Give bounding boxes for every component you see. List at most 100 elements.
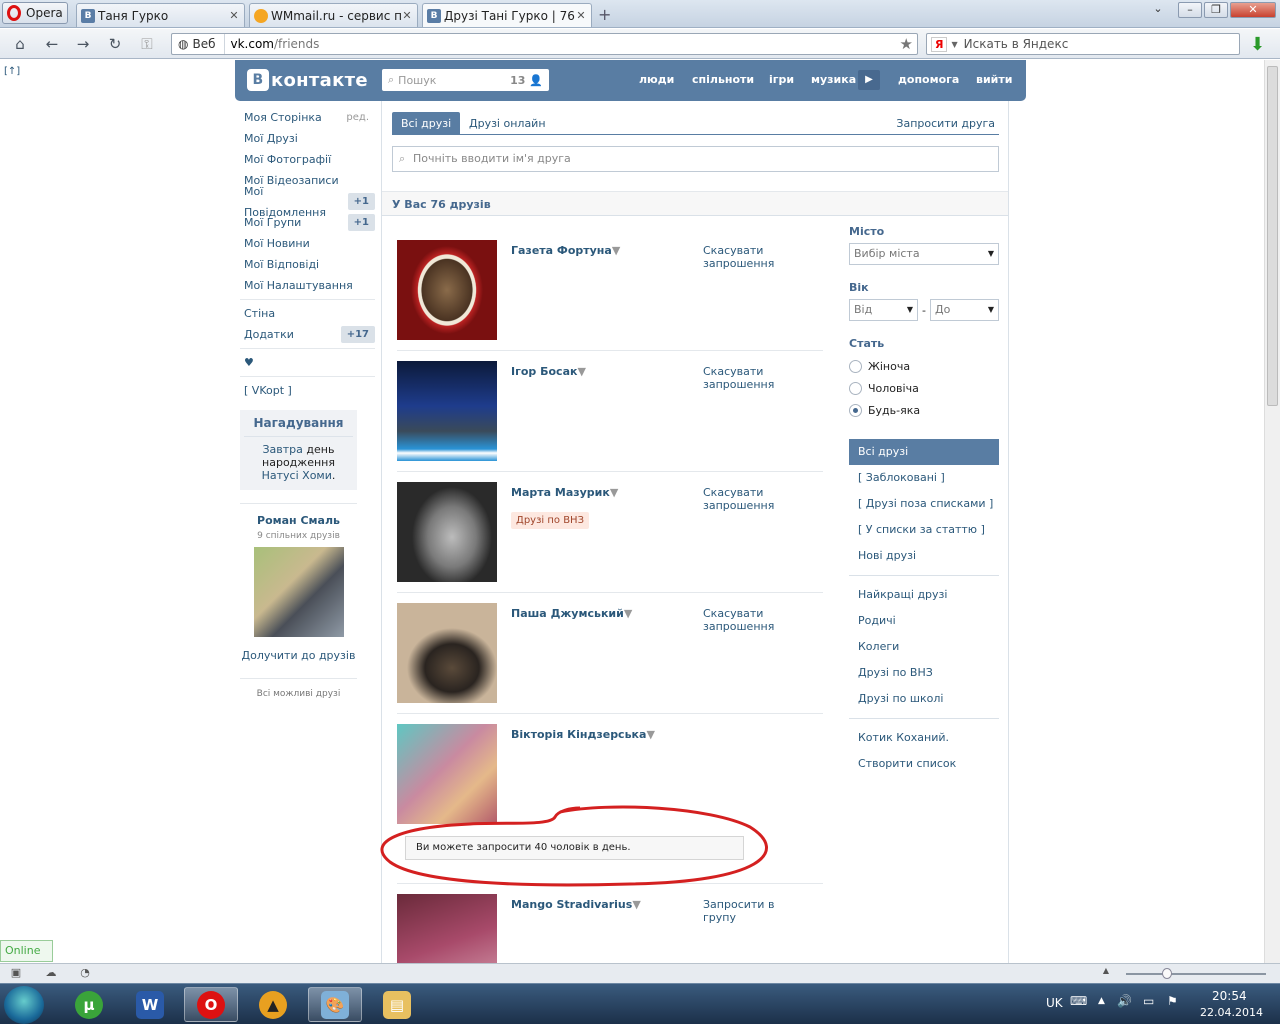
list-unlisted[interactable]: [ Друзі поза списками ] bbox=[849, 491, 999, 517]
turbo-gauge-icon[interactable]: ◔ bbox=[77, 966, 93, 981]
all-possible-friends-link[interactable]: Всі можливі друзі bbox=[240, 678, 357, 699]
taskbar-paint[interactable]: 🎨 bbox=[308, 987, 362, 1022]
browser-tab-1[interactable]: В Таня Гурко ✕ bbox=[76, 3, 245, 27]
opera-menu-button[interactable]: Opera bbox=[2, 2, 68, 24]
tab-friends-online[interactable]: Друзі онлайн bbox=[460, 112, 555, 135]
nav-games[interactable]: ігри bbox=[769, 73, 794, 86]
volume-icon[interactable]: 🔊 bbox=[1117, 994, 1132, 1008]
sex-option-male[interactable]: Чоловіча bbox=[849, 377, 999, 399]
friend-photo[interactable] bbox=[397, 240, 497, 340]
sex-option-female[interactable]: Жіноча bbox=[849, 355, 999, 377]
minimize-icon[interactable]: – bbox=[1178, 2, 1202, 18]
download-arrow-icon[interactable]: ⬇ bbox=[1250, 34, 1265, 55]
invite-to-group-link[interactable]: Запросити в групу bbox=[703, 898, 803, 924]
list-best-friends[interactable]: Найкращі друзі bbox=[849, 582, 999, 608]
play-icon[interactable]: ▶ bbox=[858, 70, 880, 90]
dropdown-arrow-icon[interactable]: ▼ bbox=[646, 728, 654, 741]
start-button[interactable] bbox=[4, 986, 44, 1024]
friend-search-input[interactable]: ⌕ Почніть вводити ім'я друга bbox=[392, 146, 999, 172]
vk-search-input[interactable]: ⌕ Пошук 13 👤 bbox=[382, 69, 549, 91]
browser-tab-3-active[interactable]: В Друзі Тані Гурко | 76 д... ✕ bbox=[422, 3, 592, 27]
cloud-icon[interactable]: ☁ bbox=[43, 966, 59, 981]
menu-my-replies[interactable]: Мої Відповіді bbox=[240, 254, 375, 275]
key-icon[interactable]: ⚿ bbox=[138, 35, 156, 53]
suggested-name[interactable]: Роман Смаль bbox=[240, 514, 357, 527]
friend-photo[interactable] bbox=[397, 603, 497, 703]
nav-people[interactable]: люди bbox=[639, 73, 674, 86]
network-icon[interactable]: ▭ bbox=[1143, 994, 1154, 1008]
list-colleagues[interactable]: Колеги bbox=[849, 634, 999, 660]
back-icon[interactable]: ← bbox=[43, 35, 61, 53]
tray-expand-icon[interactable]: ▲ bbox=[1098, 996, 1105, 1006]
reload-icon[interactable]: ↻ bbox=[106, 35, 124, 53]
nav-music[interactable]: музика bbox=[811, 73, 856, 86]
city-select[interactable]: Вибір міста ▼ bbox=[849, 243, 999, 265]
create-list-link[interactable]: Створити список bbox=[849, 751, 999, 777]
list-by-sex[interactable]: [ У списки за статтю ] bbox=[849, 517, 999, 543]
tab-close-icon[interactable]: ✕ bbox=[401, 9, 413, 22]
menu-apps[interactable]: Додатки +17 bbox=[240, 324, 375, 345]
menu-my-photos[interactable]: Мої Фотографії bbox=[240, 149, 375, 170]
dropdown-arrow-icon[interactable]: ▼ bbox=[612, 244, 620, 257]
list-blocked[interactable]: [ Заблоковані ] bbox=[849, 465, 999, 491]
menu-my-friends[interactable]: Мої Друзі bbox=[240, 128, 375, 149]
flag-icon[interactable]: ⚑ bbox=[1167, 994, 1178, 1008]
list-relatives[interactable]: Родичі bbox=[849, 608, 999, 634]
url-text[interactable]: vk.com/friends bbox=[225, 37, 320, 51]
reminder-name-link[interactable]: Натусі Хоми bbox=[262, 469, 332, 482]
scroll-top-link[interactable]: [↑] bbox=[4, 66, 20, 77]
zoom-slider-knob[interactable] bbox=[1162, 968, 1172, 979]
nav-help[interactable]: допомога bbox=[898, 73, 959, 86]
menu-my-settings[interactable]: Мої Налаштування bbox=[240, 275, 375, 296]
vk-logo[interactable]: В контакте bbox=[247, 69, 368, 91]
restore-icon[interactable]: ❐ bbox=[1204, 2, 1228, 18]
friend-name[interactable]: Марта Мазурик▼ bbox=[511, 486, 618, 499]
home-icon[interactable]: ⌂ bbox=[11, 35, 29, 53]
friend-name[interactable]: Вікторія Кіндзерська▼ bbox=[511, 728, 655, 741]
friend-photo[interactable] bbox=[397, 361, 497, 461]
age-to-select[interactable]: До ▼ bbox=[929, 299, 999, 321]
list-custom-kotyk[interactable]: Котик Коханий. bbox=[849, 725, 999, 751]
menu-my-news[interactable]: Мої Новини bbox=[240, 233, 375, 254]
yandex-search-field[interactable]: Я ▼ Искать в Яндекс bbox=[926, 33, 1240, 55]
scrollbar-thumb[interactable] bbox=[1267, 66, 1278, 406]
vkopt-link[interactable]: [ VKopt ] bbox=[240, 380, 375, 401]
tab-close-icon[interactable]: ✕ bbox=[228, 9, 240, 22]
taskbar-aimp[interactable]: ▲ bbox=[246, 987, 300, 1022]
dropdown-arrow-icon[interactable]: ▼ bbox=[577, 365, 585, 378]
heart-icon[interactable]: ♥ bbox=[240, 352, 375, 373]
menu-my-page[interactable]: Моя Сторінка ред. bbox=[240, 107, 375, 128]
new-tab-plus-icon[interactable]: + bbox=[598, 5, 611, 24]
edit-link[interactable]: ред. bbox=[346, 107, 375, 128]
web-badge[interactable]: ◍ Веб bbox=[172, 34, 225, 54]
taskbar-word[interactable]: W bbox=[123, 987, 177, 1022]
cancel-invite-link[interactable]: Скасувати запрошення bbox=[703, 244, 803, 270]
search-engine-dropdown-icon[interactable]: ▼ bbox=[951, 40, 957, 49]
cancel-invite-link[interactable]: Скасувати запрошення bbox=[703, 365, 803, 391]
cancel-invite-link[interactable]: Скасувати запрошення bbox=[703, 607, 803, 633]
dropdown-arrow-icon[interactable]: ▼ bbox=[624, 607, 632, 620]
reminder-tomorrow-link[interactable]: Завтра bbox=[263, 443, 303, 456]
list-new-friends[interactable]: Нові друзі bbox=[849, 543, 999, 569]
friend-name[interactable]: Газета Фортуна▼ bbox=[511, 244, 620, 257]
friend-photo[interactable] bbox=[397, 894, 497, 963]
bookmark-star-icon[interactable]: ★ bbox=[900, 35, 913, 53]
tab-all-friends[interactable]: Всі друзі bbox=[392, 112, 461, 135]
address-bar[interactable]: ◍ Веб vk.com/friends ★ bbox=[171, 33, 918, 55]
nav-logout[interactable]: вийти bbox=[976, 73, 1012, 86]
page-scrollbar[interactable] bbox=[1264, 60, 1280, 963]
list-university-friends[interactable]: Друзі по ВНЗ bbox=[849, 660, 999, 686]
close-window-icon[interactable]: ✕ bbox=[1230, 2, 1276, 18]
forward-icon[interactable]: → bbox=[74, 35, 92, 53]
dropdown-arrow-icon[interactable]: ▼ bbox=[610, 486, 618, 499]
invite-friend-link[interactable]: Запросити друга bbox=[887, 112, 999, 135]
list-school-friends[interactable]: Друзі по школі bbox=[849, 686, 999, 712]
dropdown-arrow-icon[interactable]: ▼ bbox=[632, 898, 640, 911]
sex-option-any[interactable]: Будь-яка bbox=[849, 399, 999, 421]
panel-toggle-icon[interactable]: ▣ bbox=[8, 966, 24, 981]
tab-menu-chevron-icon[interactable]: ⌄ bbox=[1146, 2, 1170, 18]
mutual-friends[interactable]: 9 спільних друзів bbox=[240, 531, 357, 541]
friend-list-tag[interactable]: Друзі по ВНЗ bbox=[511, 512, 589, 529]
cancel-invite-link[interactable]: Скасувати запрошення bbox=[703, 486, 803, 512]
clock-date[interactable]: 22.04.2014 bbox=[1200, 1006, 1263, 1019]
